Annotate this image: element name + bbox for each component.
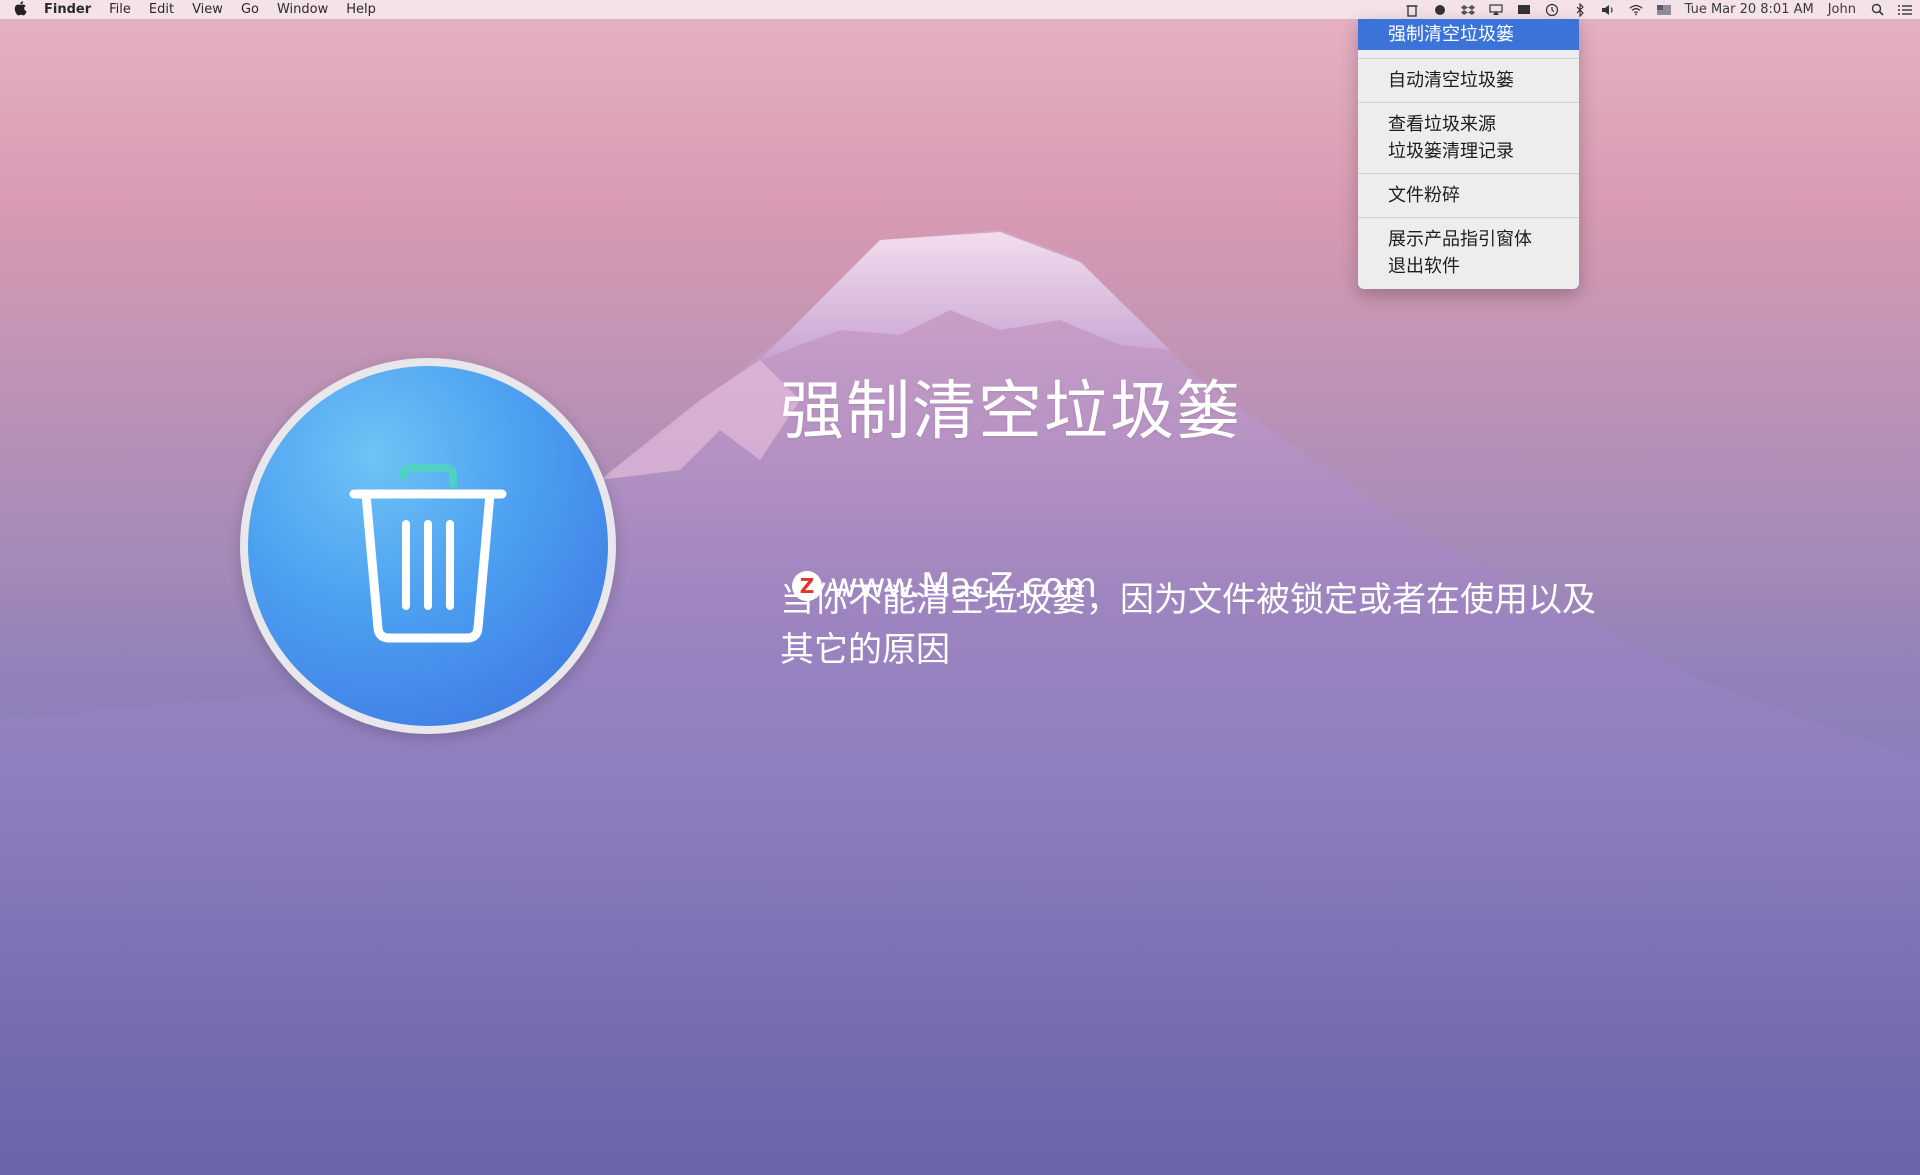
wifi-tray-icon[interactable] bbox=[1629, 3, 1643, 17]
watermark: Z www.MacZ.com bbox=[792, 566, 1097, 606]
menu-item-view-trash-source[interactable]: 查看垃圾来源 bbox=[1358, 111, 1579, 138]
display-tray-icon[interactable] bbox=[1517, 3, 1531, 17]
spotlight-search-icon[interactable] bbox=[1870, 3, 1884, 17]
watermark-logo-icon: Z bbox=[792, 571, 822, 601]
menu-item-trash-clean-history[interactable]: 垃圾篓清理记录 bbox=[1358, 138, 1579, 165]
menu-bar: Finder File Edit View Go Window Help Tue… bbox=[0, 0, 1920, 19]
trash-can-icon bbox=[349, 464, 507, 643]
app-icon-circle bbox=[248, 366, 608, 726]
menu-separator bbox=[1358, 102, 1579, 103]
menu-separator bbox=[1358, 217, 1579, 218]
menu-item-file-shredder[interactable]: 文件粉碎 bbox=[1358, 182, 1579, 209]
bluetooth-tray-icon[interactable] bbox=[1573, 2, 1587, 17]
evernote-tray-icon[interactable] bbox=[1433, 3, 1447, 17]
notification-center-icon[interactable] bbox=[1898, 3, 1912, 17]
menu-file[interactable]: File bbox=[109, 2, 131, 17]
menu-separator bbox=[1358, 58, 1579, 59]
menu-item-show-product-guide[interactable]: 展示产品指引窗体 bbox=[1358, 226, 1579, 253]
flag-tray-icon[interactable] bbox=[1656, 3, 1671, 17]
feature-title: 强制清空垃圾篓 bbox=[780, 375, 1242, 449]
menu-go[interactable]: Go bbox=[241, 2, 259, 17]
menu-help[interactable]: Help bbox=[346, 2, 376, 17]
airplay-tray-icon[interactable] bbox=[1489, 3, 1503, 17]
menubar-user[interactable]: John bbox=[1828, 2, 1856, 17]
menu-edit[interactable]: Edit bbox=[149, 2, 174, 17]
menu-separator bbox=[1358, 173, 1579, 174]
menu-item-auto-empty-trash[interactable]: 自动清空垃圾篓 bbox=[1358, 67, 1579, 94]
menu-view[interactable]: View bbox=[192, 2, 223, 17]
time-machine-tray-icon[interactable] bbox=[1545, 3, 1559, 17]
volume-tray-icon[interactable] bbox=[1601, 3, 1615, 17]
watermark-text: www.MacZ.com bbox=[830, 566, 1097, 606]
app-icon bbox=[240, 358, 616, 734]
menu-finder[interactable]: Finder bbox=[44, 2, 91, 17]
menu-window[interactable]: Window bbox=[277, 2, 328, 17]
trash-app-dropdown-menu: 强制清空垃圾篓 自动清空垃圾篓 查看垃圾来源 垃圾篓清理记录 文件粉碎 展示产品… bbox=[1358, 19, 1579, 289]
menu-item-force-empty-trash[interactable]: 强制清空垃圾篓 bbox=[1358, 19, 1579, 50]
trash-tray-icon[interactable] bbox=[1405, 3, 1419, 17]
apple-menu-icon[interactable] bbox=[14, 0, 30, 20]
dropbox-tray-icon[interactable] bbox=[1460, 3, 1475, 17]
menubar-clock[interactable]: Tue Mar 20 8:01 AM bbox=[1685, 2, 1814, 17]
menu-item-quit[interactable]: 退出软件 bbox=[1358, 253, 1579, 280]
